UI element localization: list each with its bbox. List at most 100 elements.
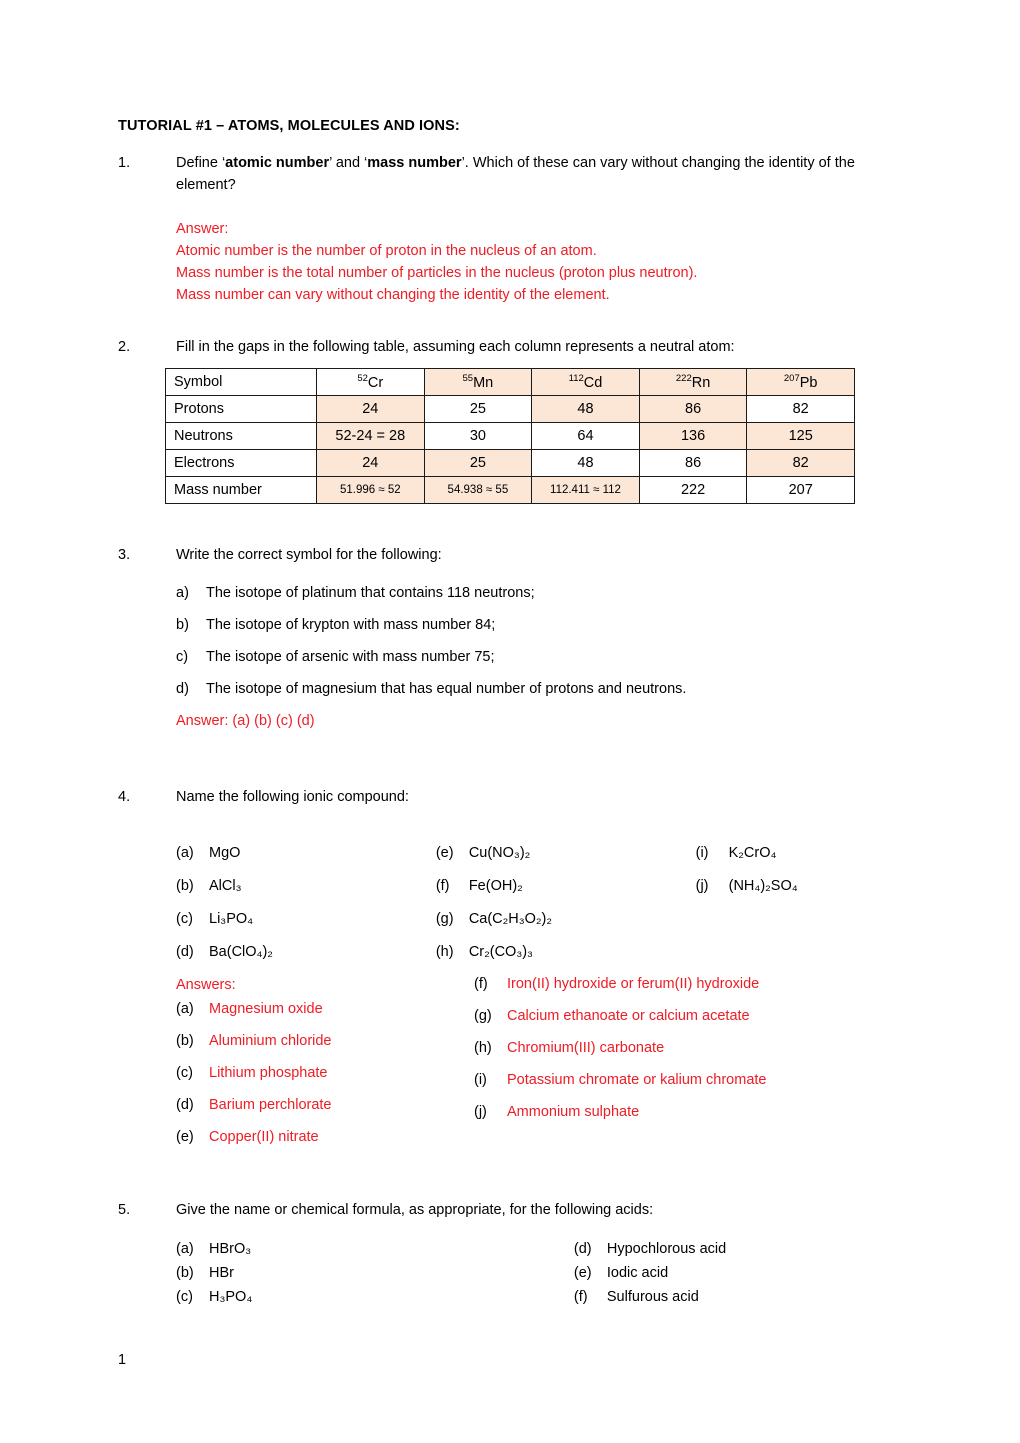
q5-item-f-text: Sulfurous acid (606, 1289, 699, 1305)
question-3-text: Write the correct symbol for the followi… (176, 547, 442, 563)
question-3: 3. Write the correct symbol for the foll… (118, 544, 870, 566)
question-4-number: 4. (118, 789, 131, 805)
list-item: (b) Aluminium chloride (176, 1031, 474, 1052)
list-item: (f) Sulfurous acid (574, 1285, 870, 1309)
q5-item-f-marker: (f) (573, 1289, 588, 1305)
q1-text-pre: Define ‘ (176, 155, 226, 171)
isotope-mass-rn: 222 (675, 373, 692, 385)
table-row-protons: Protons 24 25 48 86 82 (165, 395, 855, 423)
q4-formula-g-marker: (g) (435, 911, 454, 927)
q3-item-c-text: The isotope of arsenic with mass number … (206, 649, 495, 665)
question-4-text: Name the following ionic compound: (176, 789, 409, 805)
q3-item-b-marker: b) (176, 617, 189, 633)
q4-formula-column-3: (i) K₂CrO₄ (j) (NH₄)₂SO₄ (696, 842, 870, 974)
q4-answers-heading: Answers: (176, 977, 236, 993)
list-item: (d) Hypochlorous acid (574, 1237, 870, 1261)
list-item: c) The isotope of arsenic with mass numb… (176, 646, 870, 668)
isotope-mass-cd: 112 (568, 373, 584, 385)
q5-item-e-marker: (e) (573, 1265, 592, 1281)
question-1-number: 1. (118, 155, 131, 171)
cell-electrons-cd: 48 (531, 449, 640, 477)
q3-item-d-text: The isotope of magnesium that has equal … (206, 681, 687, 697)
q5-acid-grid: (a) HBrO₃ (b) HBr (c) H₃PO₄ (d) Hypochlo… (176, 1237, 870, 1309)
q4-formula-j-marker: (j) (695, 878, 709, 894)
table-row-neutrons: Neutrons 52-24 = 28 30 64 136 125 (165, 422, 855, 450)
q4-answers-column-1: Answers: (a) Magnesium oxide (b) Alumini… (176, 974, 474, 1159)
list-item: (f) Fe(OH)₂ (436, 875, 696, 897)
q1-answer-line-1: Atomic number is the number of proton in… (176, 243, 597, 259)
row-label-mass-number: Mass number (165, 476, 317, 504)
cell-symbol-pb: 207Pb (746, 368, 855, 396)
q1-bold-mass-number: mass number (367, 155, 462, 171)
q4-formula-j-value: (NH₄)₂SO₄ (728, 878, 798, 894)
cell-protons-cd: 48 (531, 395, 640, 423)
q4-formula-column-2: (e) Cu(NO₃)₂ (f) Fe(OH)₂ (g) Ca(C₂H₃O₂)₂… (436, 842, 696, 974)
list-item: (a) HBrO₃ (176, 1237, 574, 1261)
cell-protons-pb: 82 (746, 395, 855, 423)
cell-neutrons-cd: 64 (531, 422, 640, 450)
cell-neutrons-pb: 125 (746, 422, 855, 450)
cell-neutrons-mn: 30 (423, 422, 533, 450)
cell-neutrons-rn: 136 (638, 422, 748, 450)
q5-item-c-text: H₃PO₄ (209, 1289, 253, 1305)
list-item: (c) Li₃PO₄ (176, 908, 436, 930)
cell-mass-number-pb: 207 (746, 476, 855, 504)
cell-electrons-pb: 82 (746, 449, 855, 477)
question-2-text: Fill in the gaps in the following table,… (176, 339, 735, 355)
list-item: (b) AlCl₃ (176, 875, 436, 897)
list-item: (d) Barium perchlorate (176, 1095, 474, 1116)
cell-mass-number-rn: 222 (638, 476, 748, 504)
q4-formula-b-marker: (b) (176, 878, 194, 894)
list-item: (f) Iron(II) hydroxide or ferum(II) hydr… (474, 974, 814, 995)
list-item: a) The isotope of platinum that contains… (176, 582, 870, 604)
q4-formula-c-value: Li₃PO₄ (209, 911, 254, 927)
q4-formula-d-value: Ba(ClO₄)₂ (209, 944, 273, 960)
element-symbol-rn: Rn (691, 374, 711, 391)
list-item: (c) H₃PO₄ (176, 1285, 574, 1309)
list-item: (g) Ca(C₂H₃O₂)₂ (436, 908, 696, 930)
cell-protons-cr: 24 (316, 395, 425, 423)
page-number: 1 (118, 1352, 127, 1368)
q4-answer-a-text: Magnesium oxide (209, 1001, 323, 1017)
cell-neutrons-cr: 52-24 = 28 (316, 422, 425, 450)
q4-answer-j-text: Ammonium sulphate (507, 1104, 640, 1120)
q4-formula-b-value: AlCl₃ (209, 878, 242, 894)
cell-mass-number-mn: 54.938 ≈ 55 (423, 476, 533, 504)
element-symbol-mn: Mn (473, 374, 494, 391)
q4-formula-h-value: Cr₂(CO₃)₃ (468, 944, 533, 960)
q3-item-a-text: The isotope of platinum that contains 11… (206, 585, 535, 601)
q4-formula-f-marker: (f) (435, 878, 450, 894)
question-1-text: Define ‘atomic number’ and ‘mass number’… (176, 152, 870, 196)
q4-answers-grid: Answers: (a) Magnesium oxide (b) Alumini… (176, 974, 870, 1159)
question-3-answer: Answer: (a) (b) (c) (d) (176, 710, 870, 732)
cell-protons-mn: 25 (423, 395, 533, 423)
q4-formula-i-value: K₂CrO₄ (728, 845, 777, 861)
page-title: TUTORIAL #1 – ATOMS, MOLECULES AND IONS: (118, 118, 460, 134)
cell-symbol-cd: 112Cd (531, 368, 640, 396)
cell-symbol-cr: 52Cr (316, 368, 425, 396)
list-item: (e) Iodic acid (574, 1261, 870, 1285)
q4-answer-i-marker: (i) (474, 1072, 487, 1088)
q3-item-b-text: The isotope of krypton with mass number … (206, 617, 496, 633)
q4-answer-b-marker: (b) (176, 1033, 194, 1049)
q4-answer-g-text: Calcium ethanoate or calcium acetate (507, 1008, 750, 1024)
isotope-mass-cr: 52 (357, 373, 368, 385)
q4-answer-c-text: Lithium phosphate (209, 1065, 328, 1081)
list-item: (c) Lithium phosphate (176, 1063, 474, 1084)
q1-answer-line-2: Mass number is the total number of parti… (176, 265, 698, 281)
q5-column-1: (a) HBrO₃ (b) HBr (c) H₃PO₄ (176, 1237, 574, 1309)
question-3-number: 3. (118, 547, 131, 563)
cell-mass-number-cr: 51.996 ≈ 52 (316, 476, 425, 504)
q4-answer-a-marker: (a) (176, 1001, 194, 1017)
q4-answer-e-text: Copper(II) nitrate (209, 1129, 319, 1145)
q4-formula-e-marker: (e) (435, 845, 454, 861)
q4-formula-g-value: Ca(C₂H₃O₂)₂ (468, 911, 553, 927)
q4-formula-h-marker: (h) (435, 944, 454, 960)
table-row-symbol: Symbol 52Cr 55Mn 112Cd 222Rn 207Pb (165, 368, 855, 396)
table-row-electrons: Electrons 24 25 48 86 82 (165, 449, 855, 477)
q4-answer-g-marker: (g) (474, 1008, 492, 1024)
q4-formula-grid: (a) MgO (b) AlCl₃ (c) Li₃PO₄ (d) Ba(ClO₄… (176, 842, 870, 974)
cell-electrons-cr: 24 (316, 449, 425, 477)
table-row-mass-number: Mass number 51.996 ≈ 52 54.938 ≈ 55 112.… (165, 476, 855, 504)
element-symbol-pb: Pb (799, 374, 818, 391)
